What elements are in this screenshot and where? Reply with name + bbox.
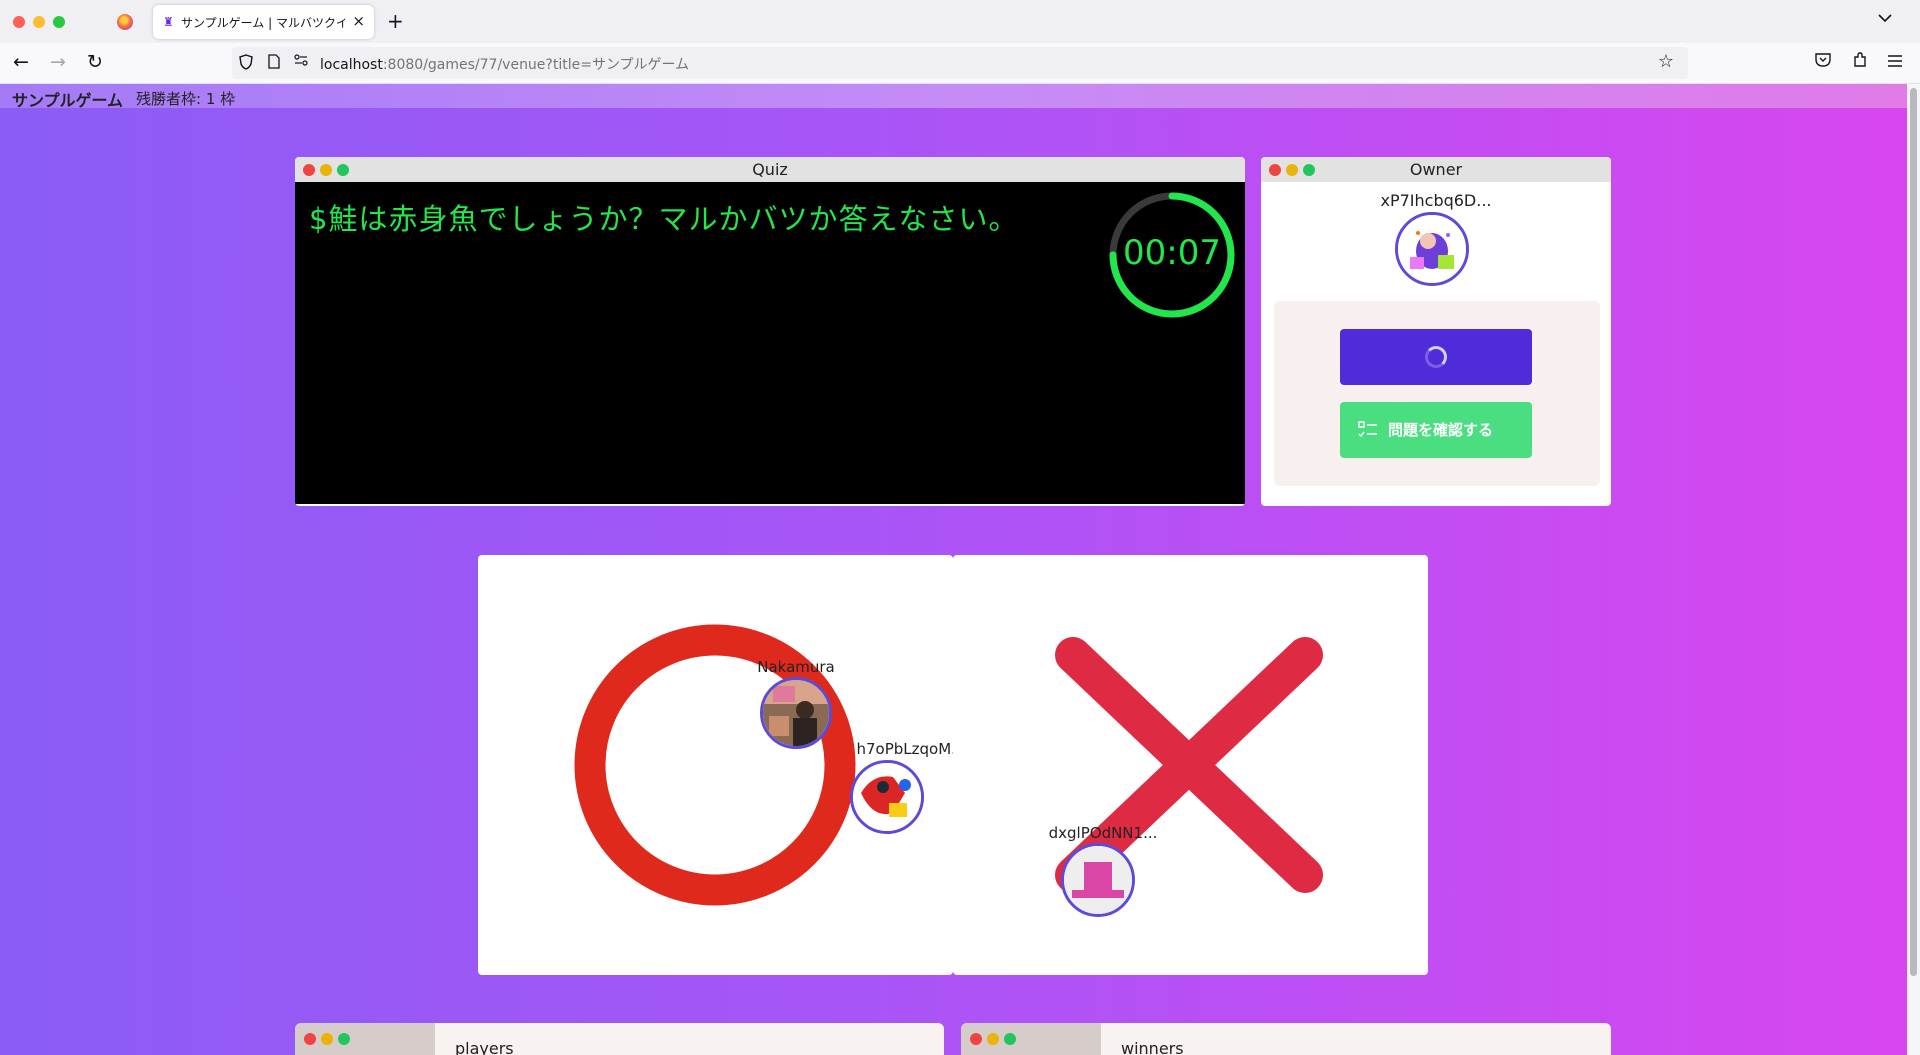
player-avatar — [1061, 843, 1135, 917]
browser-tab-bar: ♜ サンプルゲーム | マルバツクイズ × + — [0, 0, 1920, 43]
site-favicon-icon: ♜ — [163, 15, 174, 29]
players-close-dot — [304, 1033, 316, 1045]
maru-answer-area[interactable]: Nakamura h7oPbLzqoM... — [478, 555, 965, 975]
winners-close-dot — [970, 1033, 982, 1045]
countdown-timer: 00:07 — [1107, 190, 1237, 320]
owner-name: xP7Ihcbq6D... — [1380, 191, 1492, 210]
player-name: Nakamura — [757, 658, 835, 676]
tab-title: サンプルゲーム | マルバツクイズ — [181, 16, 345, 30]
page-content: サンプルゲーム 残勝者枠: 1 枠 Quiz $鮭は赤身魚でしょうか？マルかバツ… — [0, 84, 1920, 1055]
game-title: サンプルゲーム — [12, 91, 124, 110]
page-scrollbar[interactable] — [1907, 84, 1920, 1055]
timer-text: 00:07 — [1123, 233, 1221, 273]
quiz-window-titlebar: Quiz — [295, 157, 1245, 182]
players-zoom-dot — [338, 1033, 350, 1045]
owner-window-titlebar: Owner — [1261, 157, 1611, 182]
pocket-icon[interactable] — [1815, 52, 1831, 71]
shield-icon[interactable] — [239, 54, 253, 74]
reload-icon[interactable]: ↻ — [87, 52, 103, 72]
game-header: サンプルゲーム 残勝者枠: 1 枠 — [0, 84, 1907, 110]
menu-hamburger-icon[interactable] — [1888, 52, 1902, 71]
firefox-view-icon[interactable] — [117, 14, 133, 30]
player-name: dxglPOdNN1... — [1048, 824, 1158, 842]
quiz-window: Quiz $鮭は赤身魚でしょうか？マルかバツか答えなさい。 00:07 — [295, 157, 1245, 506]
player-avatar — [760, 677, 832, 749]
owner-window: Owner xP7Ihcbq6D... 問題を確認する — [1261, 157, 1611, 506]
list-all-tabs-icon[interactable] — [1878, 12, 1892, 26]
window-zoom-button[interactable] — [53, 16, 65, 28]
player-avatar — [850, 760, 924, 834]
remaining-winner-slots: 残勝者枠: 1 枠 — [136, 90, 236, 108]
check-question-label: 問題を確認する — [1388, 421, 1494, 439]
next-step-button[interactable] — [1340, 329, 1532, 385]
browser-tab-active[interactable]: ♜ サンプルゲーム | マルバツクイズ × — [153, 5, 374, 39]
players-window-titlebar — [295, 1023, 435, 1055]
owner-avatar — [1395, 212, 1469, 286]
forward-arrow-icon[interactable]: → — [50, 52, 66, 72]
address-bar[interactable]: localhost:8080/games/77/venue?title=サンプル… — [232, 47, 1688, 79]
new-tab-button[interactable]: + — [387, 9, 404, 33]
scrollbar-thumb[interactable] — [1910, 88, 1917, 976]
bookmark-star-icon[interactable]: ☆ — [1658, 51, 1674, 72]
check-question-button[interactable]: 問題を確認する — [1340, 402, 1532, 458]
winners-window: winners — [961, 1023, 1611, 1055]
window-close-button[interactable] — [13, 16, 25, 28]
page-icon[interactable] — [268, 54, 280, 73]
players-window: players — [295, 1023, 944, 1055]
browser-navigation-bar: ← → ↻ localhost:8080/games/77/venue?titl… — [0, 43, 1920, 84]
players-minimize-dot — [321, 1033, 333, 1045]
quiz-window-title: Quiz — [752, 160, 788, 179]
batsu-answer-area[interactable]: dxglPOdNN1... — [953, 555, 1428, 975]
window-minimize-button[interactable] — [33, 16, 45, 28]
batsu-cross-icon — [1055, 637, 1323, 893]
permissions-icon[interactable] — [294, 54, 308, 70]
winners-window-titlebar — [961, 1023, 1101, 1055]
quiz-screen: $鮭は赤身魚でしょうか？マルかバツか答えなさい。 00:07 — [295, 182, 1245, 504]
players-window-title: players — [455, 1039, 514, 1055]
checklist-icon — [1358, 421, 1377, 438]
owner-control-panel: 問題を確認する — [1274, 301, 1600, 486]
winners-window-title: winners — [1121, 1039, 1184, 1055]
back-arrow-icon[interactable]: ← — [13, 52, 29, 72]
loading-spinner-icon — [1425, 346, 1447, 368]
quiz-question: $鮭は赤身魚でしょうか？マルかバツか答えなさい。 — [309, 202, 1019, 236]
tab-close-icon[interactable]: × — [352, 12, 365, 30]
winners-minimize-dot — [987, 1033, 999, 1045]
url-text[interactable]: localhost:8080/games/77/venue?title=サンプル… — [320, 54, 689, 74]
winners-zoom-dot — [1004, 1033, 1016, 1045]
owner-window-title: Owner — [1409, 160, 1463, 179]
extensions-icon[interactable] — [1852, 52, 1868, 72]
